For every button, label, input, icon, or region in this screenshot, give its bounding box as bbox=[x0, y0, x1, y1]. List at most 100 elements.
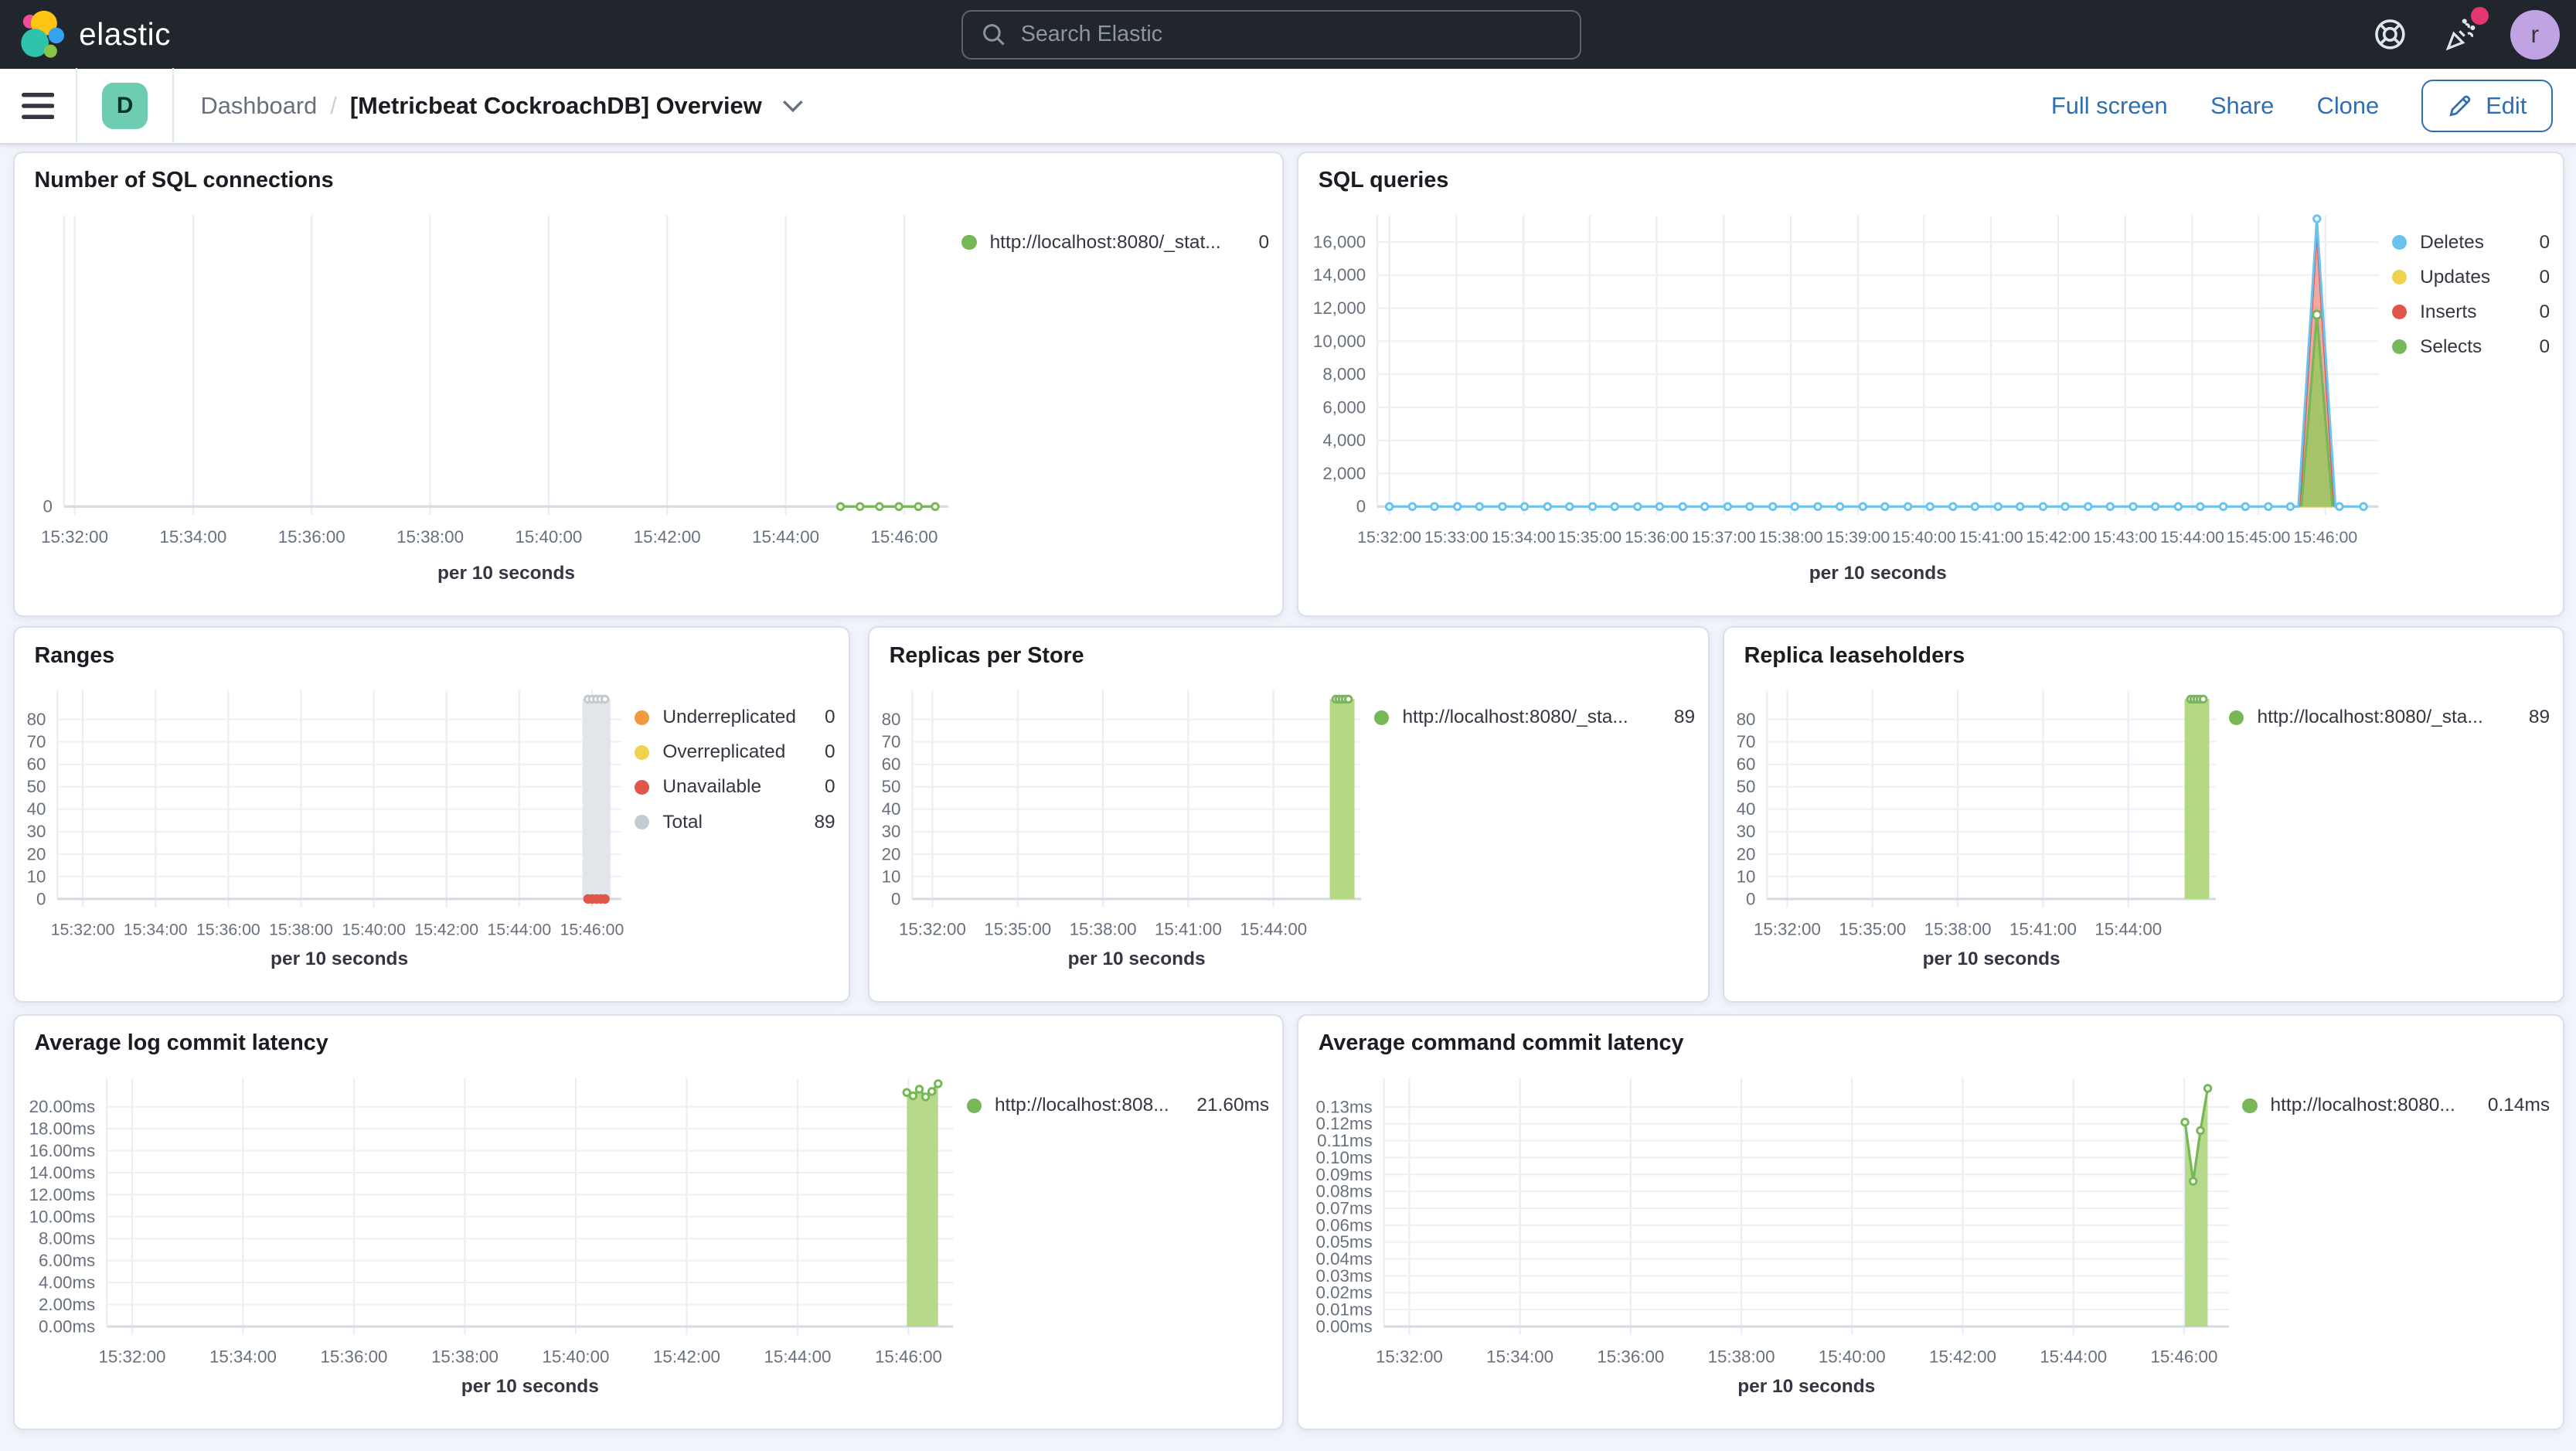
command-commit-latency-chart[interactable]: 15:32:00 15:34:00 15:36:00 15:38:00 15:40:00… bbox=[1298, 1055, 2242, 1429]
svg-text:80: 80 bbox=[27, 710, 46, 729]
svg-text:60: 60 bbox=[882, 754, 901, 774]
sql-connections-chart[interactable]: 15:32:00 15:34:00 15:36:00 15:38:00 15:40:00… bbox=[15, 192, 961, 615]
full-screen-link[interactable]: Full screen bbox=[2051, 92, 2168, 120]
legend-swatch-icon bbox=[635, 710, 650, 726]
legend-swatch-icon bbox=[2229, 710, 2244, 726]
menu-icon[interactable] bbox=[0, 68, 76, 144]
global-search[interactable] bbox=[961, 9, 1582, 60]
share-link[interactable]: Share bbox=[2210, 92, 2274, 120]
svg-text:40: 40 bbox=[882, 800, 901, 819]
svg-text:15:44:00: 15:44:00 bbox=[487, 921, 551, 939]
legend-item[interactable]: Underreplicated 0 bbox=[635, 707, 835, 728]
legend-label: http://localhost:8080... bbox=[2270, 1095, 2455, 1116]
legend-item[interactable]: Deletes 0 bbox=[2391, 232, 2550, 254]
legend-item[interactable]: http://localhost:8080/_sta... 89 bbox=[1374, 707, 1695, 728]
svg-text:0.06ms: 0.06ms bbox=[1316, 1216, 1373, 1235]
legend-item[interactable]: http://localhost:8080/_sta... 89 bbox=[2229, 707, 2550, 728]
svg-text:15:32:00: 15:32:00 bbox=[1357, 528, 1421, 547]
svg-text:70: 70 bbox=[882, 732, 901, 751]
svg-text:40: 40 bbox=[1737, 800, 1756, 819]
chart-legend: http://localhost:8080/_sta... 89 bbox=[2229, 667, 2563, 1001]
legend-label: Inserts bbox=[2420, 301, 2477, 322]
legend-swatch-icon bbox=[635, 814, 650, 830]
svg-text:0: 0 bbox=[43, 496, 53, 516]
svg-text:80: 80 bbox=[1737, 710, 1756, 729]
legend-item[interactable]: Selects 0 bbox=[2391, 336, 2550, 358]
replicas-per-store-chart[interactable]: 15:32:00 15:35:00 15:38:00 15:41:00 15:44:00… bbox=[869, 667, 1374, 1001]
svg-text:0.00ms: 0.00ms bbox=[1316, 1317, 1373, 1337]
legend-swatch-icon bbox=[2391, 339, 2408, 355]
svg-text:0.04ms: 0.04ms bbox=[1316, 1249, 1373, 1269]
svg-text:0: 0 bbox=[1356, 496, 1366, 516]
svg-text:15:35:00: 15:35:00 bbox=[1558, 528, 1622, 547]
page-title: [Metricbeat CockroachDB] Overview bbox=[349, 92, 762, 120]
chart-legend: http://localhost:8080/_stat... 0 bbox=[961, 192, 1282, 615]
chart-legend: http://localhost:8080... 0.14ms bbox=[2242, 1055, 2563, 1429]
svg-text:15:36:00: 15:36:00 bbox=[1625, 528, 1689, 547]
breadcrumb-dashboard[interactable]: Dashboard bbox=[200, 92, 317, 120]
legend-value: 0 bbox=[1258, 231, 1270, 253]
legend-item[interactable]: Updates 0 bbox=[2391, 266, 2550, 288]
svg-text:14.00ms: 14.00ms bbox=[29, 1163, 96, 1183]
svg-text:15:38:00: 15:38:00 bbox=[396, 527, 464, 547]
panel-log-commit-latency: Average log commit latency 15:32:00 15:34… bbox=[13, 1014, 1285, 1431]
clone-link[interactable]: Clone bbox=[2317, 92, 2380, 120]
legend-label: Overreplicated bbox=[662, 741, 786, 763]
svg-text:12,000: 12,000 bbox=[1313, 298, 1366, 318]
svg-text:15:43:00: 15:43:00 bbox=[2094, 528, 2158, 547]
help-icon[interactable] bbox=[2369, 13, 2411, 56]
user-avatar[interactable]: r bbox=[2510, 9, 2560, 60]
svg-text:80: 80 bbox=[882, 710, 901, 729]
svg-text:20: 20 bbox=[882, 845, 901, 864]
svg-text:10: 10 bbox=[1737, 867, 1756, 887]
svg-text:15:32:00: 15:32:00 bbox=[99, 1347, 166, 1367]
replica-leaseholders-chart[interactable]: 15:32:00 15:35:00 15:38:00 15:41:00 15:44:00… bbox=[1724, 667, 2229, 1001]
svg-text:15:46:00: 15:46:00 bbox=[875, 1347, 942, 1367]
ranges-chart[interactable]: 15:32:00 15:34:00 15:36:00 15:38:00 15:40:00… bbox=[15, 667, 635, 1001]
svg-text:per 10 seconds: per 10 seconds bbox=[1809, 563, 1947, 584]
svg-text:15:34:00: 15:34:00 bbox=[209, 1347, 277, 1367]
legend-item[interactable]: Unavailable 0 bbox=[635, 776, 835, 798]
svg-text:15:32:00: 15:32:00 bbox=[899, 920, 966, 939]
svg-text:30: 30 bbox=[1737, 823, 1756, 842]
toolbar-divider bbox=[75, 68, 77, 145]
svg-text:0.10ms: 0.10ms bbox=[1316, 1148, 1373, 1167]
edit-button-label: Edit bbox=[2486, 92, 2527, 120]
legend-label: Updates bbox=[2420, 266, 2491, 288]
legend-label: Unavailable bbox=[662, 776, 762, 798]
elastic-brand[interactable]: elastic bbox=[20, 10, 172, 60]
panel-title: Number of SQL connections bbox=[34, 167, 334, 192]
svg-text:0.11ms: 0.11ms bbox=[1317, 1131, 1373, 1150]
legend-swatch-icon bbox=[2391, 305, 2408, 320]
svg-text:15:34:00: 15:34:00 bbox=[124, 921, 188, 939]
svg-text:14,000: 14,000 bbox=[1313, 265, 1366, 284]
search-input[interactable] bbox=[1020, 22, 1562, 48]
legend-swatch-icon bbox=[961, 235, 977, 250]
legend-label: http://localhost:8080/_stat... bbox=[989, 231, 1221, 253]
svg-text:50: 50 bbox=[882, 778, 901, 797]
svg-text:30: 30 bbox=[27, 823, 46, 842]
app-header: elastic r bbox=[0, 0, 2576, 70]
legend-value: 89 bbox=[1673, 707, 1696, 728]
chevron-down-icon[interactable] bbox=[781, 99, 805, 114]
sql-queries-chart[interactable]: 15:32:00 15:33:00 15:34:00 15:35:00 15:36:00… bbox=[1298, 192, 2392, 615]
legend-value: 0.14ms bbox=[2487, 1095, 2550, 1116]
svg-text:per 10 seconds: per 10 seconds bbox=[1737, 1376, 1875, 1397]
svg-text:16,000: 16,000 bbox=[1313, 232, 1366, 251]
svg-text:18.00ms: 18.00ms bbox=[29, 1119, 96, 1139]
svg-text:0: 0 bbox=[891, 890, 900, 909]
legend-item[interactable]: http://localhost:808... 21.60ms bbox=[966, 1095, 1269, 1116]
legend-item[interactable]: Inserts 0 bbox=[2391, 301, 2550, 323]
log-commit-latency-chart[interactable]: 15:32:00 15:34:00 15:36:00 15:38:00 15:40:00… bbox=[15, 1055, 967, 1429]
legend-item[interactable]: Overreplicated 0 bbox=[635, 741, 835, 763]
svg-text:15:40:00: 15:40:00 bbox=[543, 1347, 610, 1367]
svg-text:4,000: 4,000 bbox=[1323, 431, 1366, 450]
edit-button[interactable]: Edit bbox=[2421, 80, 2554, 133]
legend-item[interactable]: Total 89 bbox=[635, 812, 835, 833]
news-icon[interactable] bbox=[2439, 6, 2489, 56]
space-badge[interactable]: D bbox=[101, 83, 148, 130]
svg-text:15:38:00: 15:38:00 bbox=[431, 1347, 499, 1367]
legend-item[interactable]: http://localhost:8080... 0.14ms bbox=[2242, 1095, 2550, 1116]
legend-label: Underreplicated bbox=[662, 707, 796, 728]
legend-item[interactable]: http://localhost:8080/_stat... 0 bbox=[961, 232, 1269, 254]
